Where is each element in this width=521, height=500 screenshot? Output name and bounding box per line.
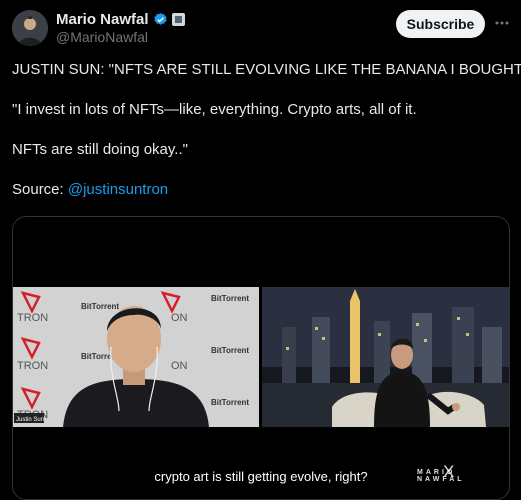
author-name[interactable]: Mario Nawfal	[56, 11, 149, 28]
tweet-headline: JUSTIN SUN: "NFTS ARE STILL EVOLVING LIK…	[12, 61, 521, 78]
interview-backdrop: TRON TRON TRON ON ON ON BitTorrent BitTo…	[13, 287, 259, 427]
author-avatar[interactable]	[12, 10, 48, 46]
tweet-header: Mario Nawfal @MarioNawfal Subscribe	[12, 10, 509, 50]
city-studio-scene	[262, 287, 509, 427]
backdrop-tron-2: TRON	[17, 360, 48, 372]
affiliate-badge-icon	[171, 13, 185, 26]
mario-nawfal-watermark: MARIONAWFAL X	[417, 462, 509, 483]
tweet-quote-line-2: NFTs are still doing okay.."	[12, 141, 188, 158]
subscribe-button[interactable]: Subscribe	[396, 10, 485, 38]
backdrop-bittorrent-4: BitTorrent	[211, 346, 249, 355]
source-prefix: Source:	[12, 181, 68, 198]
watermark-right-text: NAWFAL	[417, 476, 465, 483]
backdrop-bittorrent-3: BitTorrent	[211, 294, 249, 303]
backdrop-bittorrent-5: BitTorrent	[211, 398, 249, 407]
tweet-source: Source: @justinsuntron	[12, 180, 509, 200]
speaker-name-tag: Justin Sun	[16, 417, 44, 423]
backdrop-bittorrent-1: BitTorrent	[81, 302, 119, 311]
video-player[interactable]: TRON TRON TRON ON ON ON BitTorrent BitTo…	[12, 216, 510, 500]
video-left-panel: TRON TRON TRON ON ON ON BitTorrent BitTo…	[13, 287, 259, 427]
x-logo-icon: X	[443, 462, 455, 481]
verified-badge-icon	[153, 12, 167, 25]
video-right-panel	[262, 287, 509, 427]
backdrop-tron-1: TRON	[17, 312, 48, 324]
author-handle[interactable]: @MarioNawfal	[56, 29, 148, 45]
tweet-body: JUSTIN SUN: "NFTS ARE STILL EVOLVING LIK…	[12, 60, 521, 220]
backdrop-on-1: ON	[171, 312, 188, 324]
video-frame[interactable]: TRON TRON TRON ON ON ON BitTorrent BitTo…	[13, 287, 509, 427]
source-mention-link[interactable]: @justinsuntron	[68, 181, 168, 198]
more-options-icon[interactable]	[493, 14, 511, 32]
author-name-row: Mario Nawfal	[56, 11, 185, 28]
tweet-quote-line: "I invest in lots of NFTs—like, everythi…	[12, 101, 417, 118]
backdrop-on-2: ON	[171, 360, 188, 372]
